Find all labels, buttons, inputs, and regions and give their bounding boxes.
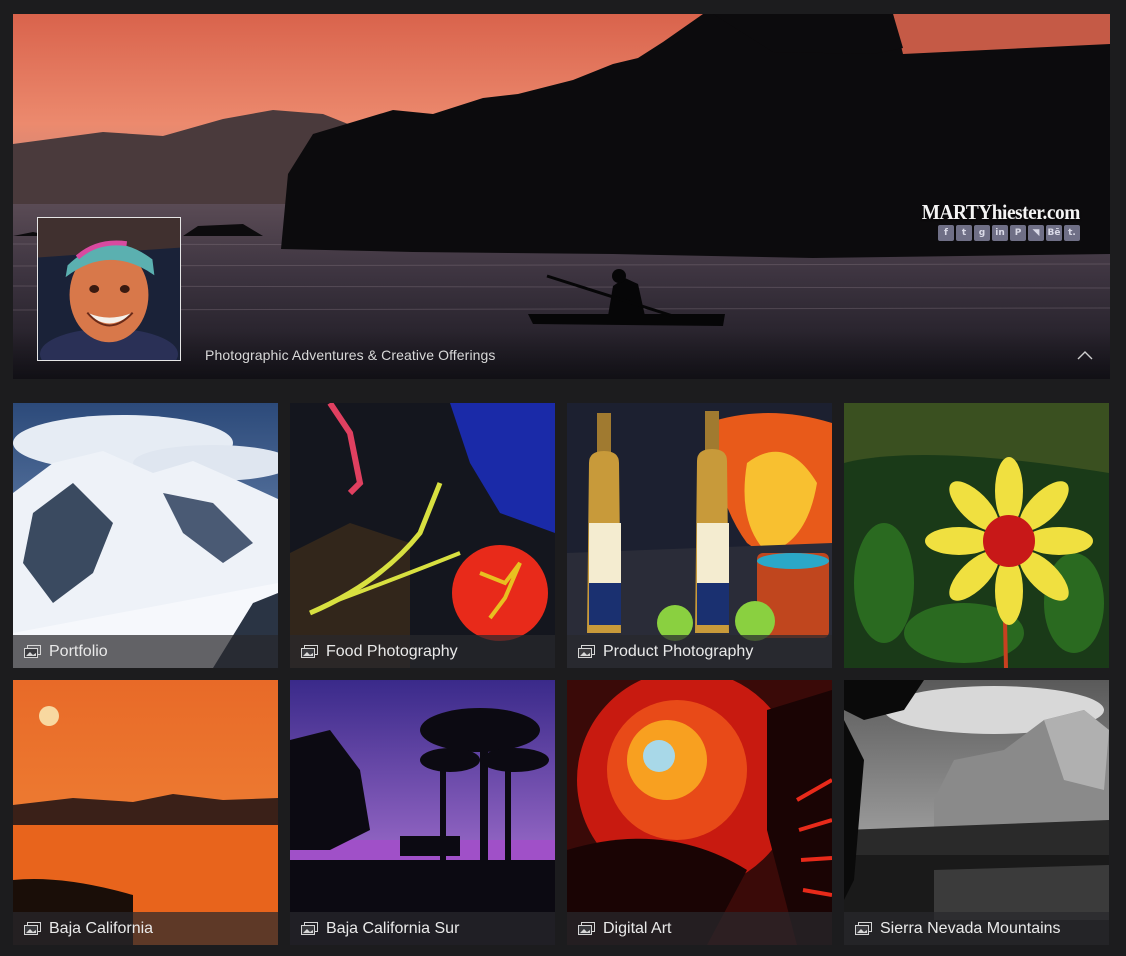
- gallery-icon: [301, 922, 318, 935]
- gallery-title: Baja California: [49, 919, 154, 937]
- gallery-thumbnail: [290, 403, 555, 668]
- gallery-tile-baja-california-sur[interactable]: Baja California Sur: [290, 680, 555, 945]
- gallery-thumbnail: [13, 680, 278, 945]
- gallery-label: Digital Art: [567, 912, 832, 945]
- social-links: f t g in P ◥ Bē t.: [938, 225, 1080, 241]
- gallery-tile-baja-california[interactable]: Baja California: [13, 680, 278, 945]
- gallery-title: Product Photography: [603, 642, 754, 660]
- site-brand-logo[interactable]: MARTYhiester.com: [922, 200, 1081, 225]
- gallery-icon: [855, 922, 872, 935]
- cover-banner: Photographic Adventures & Creative Offer…: [13, 14, 1110, 379]
- gallery-thumbnail: [13, 403, 278, 668]
- twitter-icon[interactable]: t: [956, 225, 972, 241]
- gallery-label: Portfolio: [13, 635, 278, 668]
- gallery-icon: [578, 645, 595, 658]
- gallery-tile-sierra-nevada-mountains[interactable]: Sierra Nevada Mountains: [844, 680, 1109, 945]
- gallery-title: Sierra Nevada Mountains: [880, 919, 1061, 937]
- gallery-title: Digital Art: [603, 919, 672, 937]
- gallery-icon: [301, 645, 318, 658]
- gallery-tile-digital-art[interactable]: Digital Art: [567, 680, 832, 945]
- pinterest-icon[interactable]: P: [1010, 225, 1026, 241]
- gallery-tile-product-photography[interactable]: Product Photography: [567, 403, 832, 668]
- rss-icon[interactable]: ◥: [1028, 225, 1044, 241]
- gallery-icon: [578, 922, 595, 935]
- gallery-label: Baja California: [13, 912, 278, 945]
- chevron-up-icon[interactable]: [1076, 349, 1094, 361]
- gallery-label: Food Photography: [290, 635, 555, 668]
- gallery-label: Product Photography: [567, 635, 832, 668]
- gallery-label: Baja California Sur: [290, 912, 555, 945]
- facebook-icon[interactable]: f: [938, 225, 954, 241]
- gallery-icon: [24, 645, 41, 658]
- linkedin-icon[interactable]: in: [992, 225, 1008, 241]
- gallery-title: Baja California Sur: [326, 919, 460, 937]
- gallery-thumbnail: [567, 680, 832, 945]
- gallery-thumbnail: [290, 680, 555, 945]
- gallery-tile-portfolio[interactable]: Portfolio: [13, 403, 278, 668]
- gallery-tile-flower[interactable]: [844, 403, 1109, 668]
- gallery-tile-food-photography[interactable]: Food Photography: [290, 403, 555, 668]
- gallery-thumbnail: [844, 403, 1109, 668]
- site-tagline: Photographic Adventures & Creative Offer…: [205, 347, 496, 363]
- gallery-thumbnail: [844, 680, 1109, 945]
- tumblr-icon[interactable]: t.: [1064, 225, 1080, 241]
- gallery-label: Sierra Nevada Mountains: [844, 912, 1109, 945]
- gallery-icon: [24, 922, 41, 935]
- google-plus-icon[interactable]: g: [974, 225, 990, 241]
- profile-avatar[interactable]: [37, 217, 181, 361]
- behance-icon[interactable]: Bē: [1046, 225, 1062, 241]
- gallery-title: Portfolio: [49, 642, 108, 660]
- gallery-thumbnail: [567, 403, 832, 668]
- gallery-title: Food Photography: [326, 642, 458, 660]
- avatar-photo: [38, 218, 180, 360]
